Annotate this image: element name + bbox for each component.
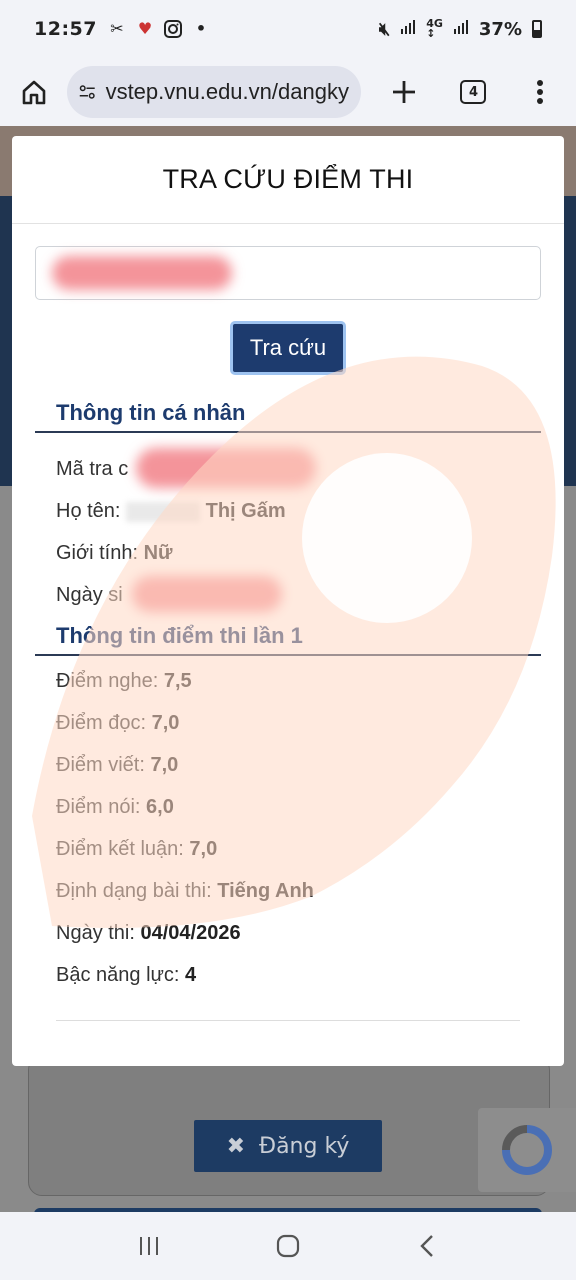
address-bar[interactable]: vstep.vnu.edu.vn/dangky (67, 66, 361, 118)
browser-menu-button[interactable] (519, 70, 562, 114)
status-time: 12:57 (34, 18, 97, 40)
battery-icon (532, 20, 542, 38)
register-button[interactable]: ✖ Đăng ký (194, 1120, 382, 1172)
tab-count: 4 (460, 80, 487, 104)
system-nav-bar (0, 1212, 576, 1280)
new-tab-button[interactable] (383, 70, 426, 114)
personal-info-title: Thông tin cá nhân (56, 400, 246, 425)
score-value: 7,0 (189, 838, 218, 860)
modal-footer-divider (56, 1020, 520, 1021)
score-label: Định dạng bài thi: (56, 880, 212, 902)
redaction-mark (136, 448, 316, 488)
score-row-listening: Điểm nghe: 7,5 (56, 670, 192, 693)
battery-percent: 37% (478, 18, 522, 40)
gender-row: Giới tính: Nữ (56, 542, 173, 565)
home-button[interactable] (14, 72, 53, 112)
register-label: Đăng ký (259, 1133, 350, 1159)
section-divider (35, 654, 541, 656)
back-icon (419, 1235, 433, 1257)
lookup-code-row: Mã tra c (56, 458, 128, 481)
score-value: 04/04/2026 (140, 922, 241, 944)
home-nav-button[interactable] (266, 1224, 310, 1268)
dob-label: Ngày si (56, 584, 123, 606)
score-value: Tiếng Anh (217, 880, 314, 902)
section-divider (35, 431, 541, 433)
4g-signal-icon: 4G ↕ (426, 17, 443, 40)
score-row-speaking: Điểm nói: 6,0 (56, 796, 174, 819)
score-value: 4 (185, 964, 197, 986)
browser-toolbar: vstep.vnu.edu.vn/dangky 4 (0, 58, 576, 126)
status-bar: 12:57 ✂ ♥ • 🔇︎ 4G ↕ 37% (0, 0, 576, 58)
score-label: Điểm nói: (56, 796, 141, 818)
lookup-code-label: Mã tra c (56, 458, 129, 480)
redaction-mark (52, 256, 232, 290)
score-value: 7,0 (150, 754, 179, 776)
proficiency-level-row: Bậc năng lực: 4 (56, 964, 196, 987)
gender-value: Nữ (143, 542, 173, 564)
score-label: Điểm đọc: (56, 712, 147, 734)
name-row: Họ tên: Thị Gấm (56, 500, 286, 523)
dob-row: Ngày si (56, 584, 123, 607)
score-value: 6,0 (146, 796, 174, 818)
status-indicators: 🔇︎ 4G ↕ 37% (378, 17, 542, 40)
recent-apps-icon (140, 1237, 159, 1255)
score-info-title: Thông tin điểm thi lần 1 (56, 623, 303, 648)
exam-format-row: Định dạng bài thi: Tiếng Anh (56, 880, 314, 903)
recent-apps-button[interactable] (127, 1224, 171, 1268)
instagram-icon (163, 20, 183, 38)
score-label: Điểm nghe: (56, 670, 159, 692)
score-row-reading: Điểm đọc: 7,0 (56, 712, 179, 735)
site-settings-icon[interactable] (79, 82, 95, 102)
notification-icons: ✂ ♥ • (107, 20, 211, 38)
more-vert-icon (537, 80, 544, 104)
mute-icon: 🔇︎ (378, 18, 391, 40)
name-value: Thị Gấm (205, 500, 286, 522)
score-value: 7,5 (163, 670, 192, 692)
exam-date-row: Ngày thi: 04/04/2026 (56, 922, 241, 945)
score-value: 7,0 (151, 712, 180, 734)
score-row-writing: Điểm viết: 7,0 (56, 754, 178, 777)
recaptcha-badge[interactable] (478, 1108, 576, 1192)
score-label: Điểm viết: (56, 754, 145, 776)
name-label: Họ tên: (56, 500, 121, 522)
home-nav-icon (276, 1234, 300, 1258)
score-lookup-modal: TRA CỨU ĐIỂM THI Tra cứu Thông tin cá nh… (12, 136, 564, 1066)
redaction-mark (126, 501, 201, 522)
plus-icon (393, 81, 416, 103)
tab-switcher-button[interactable]: 4 (452, 70, 495, 114)
home-icon (22, 80, 45, 105)
lookup-button[interactable]: Tra cứu (230, 321, 346, 375)
dot-icon: • (195, 19, 207, 38)
modal-header: TRA CỨU ĐIỂM THI (12, 136, 564, 224)
gender-label: Giới tính: (56, 542, 139, 564)
back-button[interactable] (405, 1224, 449, 1268)
close-icon: ✖ (226, 1133, 246, 1159)
recaptcha-icon (502, 1125, 552, 1175)
modal-title: TRA CỨU ĐIỂM THI (162, 164, 414, 194)
score-row-overall: Điểm kết luận: 7,0 (56, 838, 217, 861)
signal-icon-2 (453, 19, 469, 40)
signal-icon (400, 19, 416, 40)
redaction-mark (132, 576, 282, 612)
app-notification-icon: ♥ (137, 19, 153, 38)
url-text: vstep.vnu.edu.vn/dangky (105, 79, 349, 104)
score-label: Bậc năng lực: (56, 964, 180, 986)
capcut-icon: ✂ (110, 19, 124, 38)
score-label: Điểm kết luận: (56, 838, 184, 860)
score-label: Ngày thi: (56, 922, 135, 944)
